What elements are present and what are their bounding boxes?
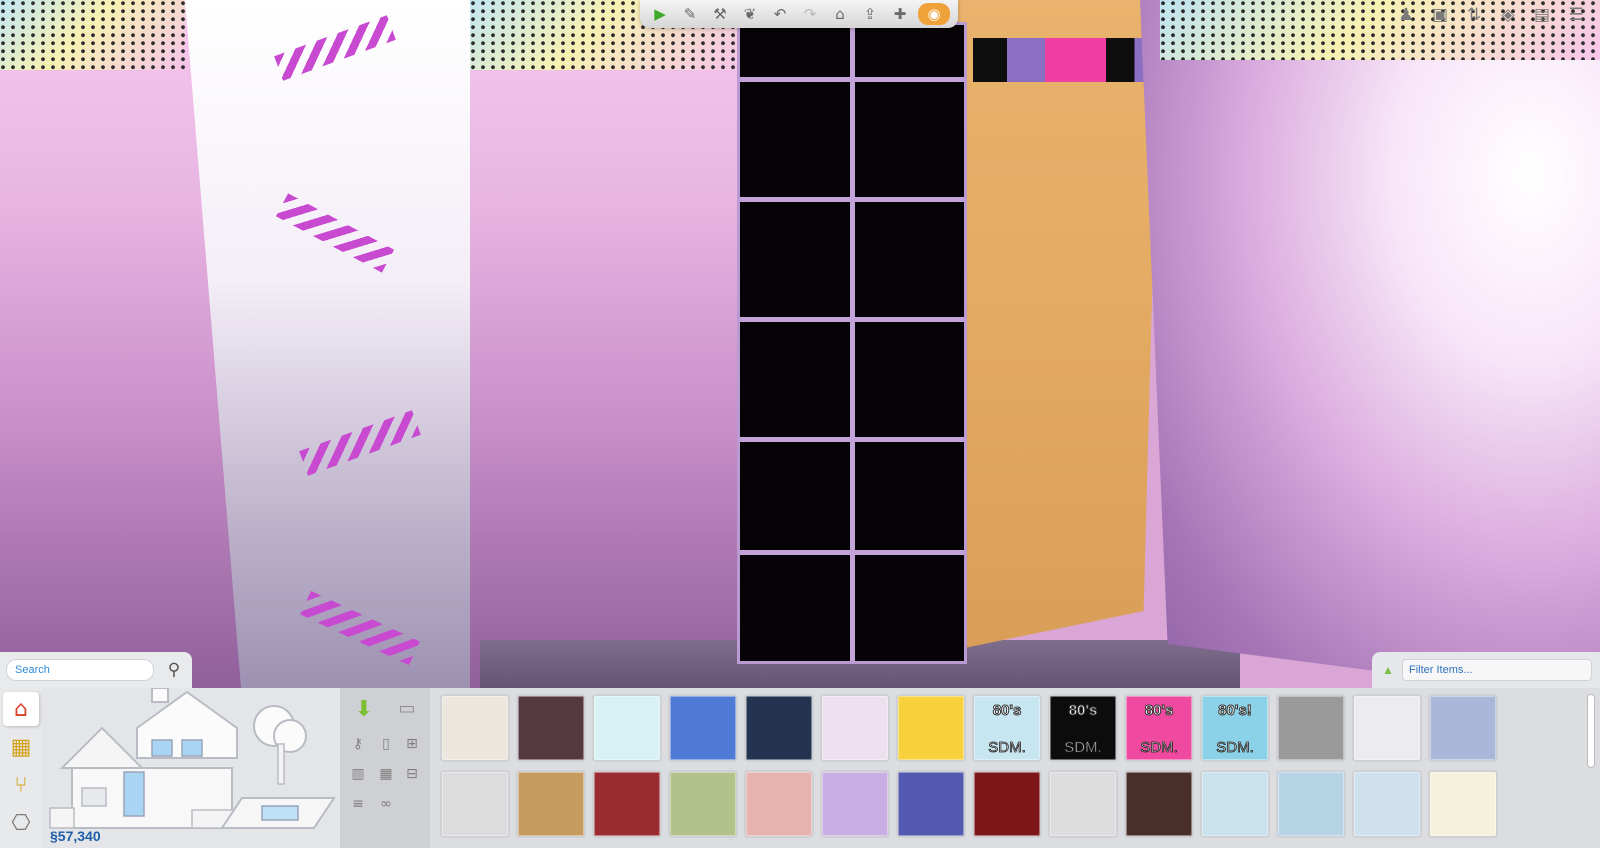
swatch-sdm-80s-rainbow[interactable]: 80's! SDM. bbox=[1200, 694, 1270, 762]
swatch-sdm-80s-pastel[interactable]: 80's SDM. bbox=[972, 694, 1042, 762]
eyedropper-tool-icon[interactable]: ✎ bbox=[678, 3, 702, 25]
floor-paint-tool-icon[interactable]: ▭ bbox=[394, 694, 420, 722]
top-toolbar: ▶ ✎ ⚒ ❦ ↶ ↷ ⌂ ⇪ ✚ ◉ bbox=[640, 0, 958, 28]
swatch-chocolate[interactable] bbox=[1124, 770, 1194, 838]
swatch-lilac-stripe[interactable] bbox=[820, 694, 890, 762]
swatch-crimson[interactable] bbox=[592, 770, 662, 838]
move-lot-icon[interactable]: ⇪ bbox=[858, 3, 882, 25]
tool-option-icon[interactable]: ⊞ bbox=[402, 732, 422, 756]
swatch-sdm-80s-pink[interactable]: 80's SDM. bbox=[1124, 694, 1194, 762]
search-panel: ⚲ bbox=[0, 652, 192, 690]
design-tool-icon[interactable]: ❦ bbox=[738, 3, 762, 25]
search-icon[interactable]: ⚲ bbox=[162, 658, 186, 682]
tool-option-icon[interactable]: ▯ bbox=[376, 732, 396, 756]
swatch-sdm-80s-black[interactable]: 80's SDM. bbox=[1048, 694, 1118, 762]
tool-option-icon[interactable]: ≡ bbox=[348, 792, 368, 816]
tool-option-icon[interactable]: ⚷ bbox=[348, 732, 368, 756]
gallery-icon[interactable]: ▣ bbox=[1428, 4, 1452, 26]
mode-sidebar: ⌂ ▦ ⑂ ⎔ bbox=[0, 688, 42, 848]
swatch-lavender[interactable] bbox=[820, 770, 890, 838]
select-tool-icon[interactable]: ▶ bbox=[648, 3, 672, 25]
floor-up-icon[interactable]: ⇅ bbox=[1462, 4, 1486, 26]
swatch-title: 80's bbox=[1144, 702, 1174, 720]
catalog-scrollbar[interactable] bbox=[1587, 694, 1595, 768]
swatch-sunflower[interactable] bbox=[896, 694, 966, 762]
undo-icon[interactable]: ↶ bbox=[768, 3, 792, 25]
search-input[interactable] bbox=[6, 659, 154, 681]
swatch-subtitle: SDM. bbox=[988, 739, 1026, 757]
household-funds: §57,340 bbox=[50, 828, 101, 844]
swatch-blush[interactable] bbox=[744, 770, 814, 838]
home-icon[interactable]: ⌂ bbox=[828, 3, 852, 25]
wall-border-left bbox=[0, 0, 185, 70]
walls-icon[interactable]: ◈ bbox=[1496, 4, 1520, 26]
filter-panel: ▲ bbox=[1372, 652, 1600, 688]
build-catalog-panel: ⌂ ▦ ⑂ ⎔ §57,340 ⬇ ▭ ⚷ ▯ ⊞ ▥ ▦ ⊟ ≡ ∞ 80's SDM. 80's bbox=[0, 688, 1600, 848]
redo-icon[interactable]: ↷ bbox=[798, 3, 822, 25]
swatch-pale-gray[interactable] bbox=[440, 770, 510, 838]
filter-toggle-icon[interactable]: ▲ bbox=[1382, 663, 1396, 677]
swatch-sky-trim[interactable] bbox=[1276, 770, 1346, 838]
swatch-gray-trim[interactable] bbox=[1048, 770, 1118, 838]
swatch-indigo[interactable] bbox=[896, 770, 966, 838]
swatch-sky-speckle[interactable] bbox=[1200, 770, 1270, 838]
swatch-title: 80's bbox=[1068, 702, 1098, 720]
buy-mode-icon[interactable]: ⑂ bbox=[3, 768, 39, 802]
tool-option-icon[interactable]: ⊟ bbox=[402, 762, 422, 786]
swatch-title: 80's bbox=[992, 702, 1022, 720]
sim-icon[interactable]: ♟ bbox=[1394, 4, 1418, 26]
camera-icon[interactable]: ▤ bbox=[1530, 4, 1554, 26]
house-overview[interactable]: §57,340 bbox=[42, 688, 340, 848]
swatch-subtitle: SDM. bbox=[1216, 739, 1254, 757]
tool-option-icon[interactable]: ∞ bbox=[376, 792, 396, 816]
window-grid[interactable] bbox=[737, 22, 967, 664]
room-mode-icon[interactable]: ▦ bbox=[3, 730, 39, 764]
swatch-ice-blue[interactable] bbox=[592, 694, 662, 762]
swatch-cornflower[interactable] bbox=[668, 694, 738, 762]
swatch-subtitle: SDM. bbox=[1064, 739, 1102, 757]
catalog-grid: 80's SDM. 80's SDM. 80's SDM. 80's! SDM. bbox=[440, 694, 1588, 844]
swatch-gray-tile[interactable] bbox=[1276, 694, 1346, 762]
orange-wall-panel[interactable] bbox=[955, 0, 1160, 650]
swatch-deep-red[interactable] bbox=[972, 770, 1042, 838]
library-mode-icon[interactable]: ⎔ bbox=[3, 806, 39, 840]
right-wall[interactable] bbox=[1140, 0, 1600, 700]
swatch-navy[interactable] bbox=[744, 694, 814, 762]
swatch-powder-blue[interactable] bbox=[1428, 694, 1498, 762]
options-icon[interactable]: ☰ bbox=[1564, 4, 1588, 26]
house-illustration bbox=[42, 688, 340, 848]
swatch-cream-paper[interactable] bbox=[440, 694, 510, 762]
swatch-subtitle: SDM. bbox=[1140, 739, 1178, 757]
tool-option-icon[interactable]: ▦ bbox=[376, 762, 396, 786]
swatch-lace-blue[interactable] bbox=[1352, 770, 1422, 838]
move-objects-icon[interactable]: ✚ bbox=[888, 3, 912, 25]
sledgehammer-tool-icon[interactable]: ⚒ bbox=[708, 3, 732, 25]
wall-border-stripe bbox=[973, 38, 1163, 82]
swatch-cream-border[interactable] bbox=[1428, 770, 1498, 838]
tool-option-icon[interactable]: ▥ bbox=[348, 762, 368, 786]
swatch-plum[interactable] bbox=[516, 694, 586, 762]
camera-icon[interactable]: ◉ bbox=[918, 3, 950, 25]
swatch-title: 80's! bbox=[1218, 702, 1253, 720]
swatch-offwhite[interactable] bbox=[1352, 694, 1422, 762]
wall-paint-tool-icon[interactable]: ⬇ bbox=[352, 692, 376, 726]
tool-column: ⬇ ▭ ⚷ ▯ ⊞ ▥ ▦ ⊟ ≡ ∞ bbox=[340, 688, 430, 848]
filter-input[interactable] bbox=[1402, 659, 1592, 681]
build-mode-icon[interactable]: ⌂ bbox=[3, 692, 39, 726]
swatch-tan-wood[interactable] bbox=[516, 770, 586, 838]
top-right-toolbar: ♟ ▣ ⇅ ◈ ▤ ☰ bbox=[1394, 4, 1588, 26]
swatch-sage[interactable] bbox=[668, 770, 738, 838]
